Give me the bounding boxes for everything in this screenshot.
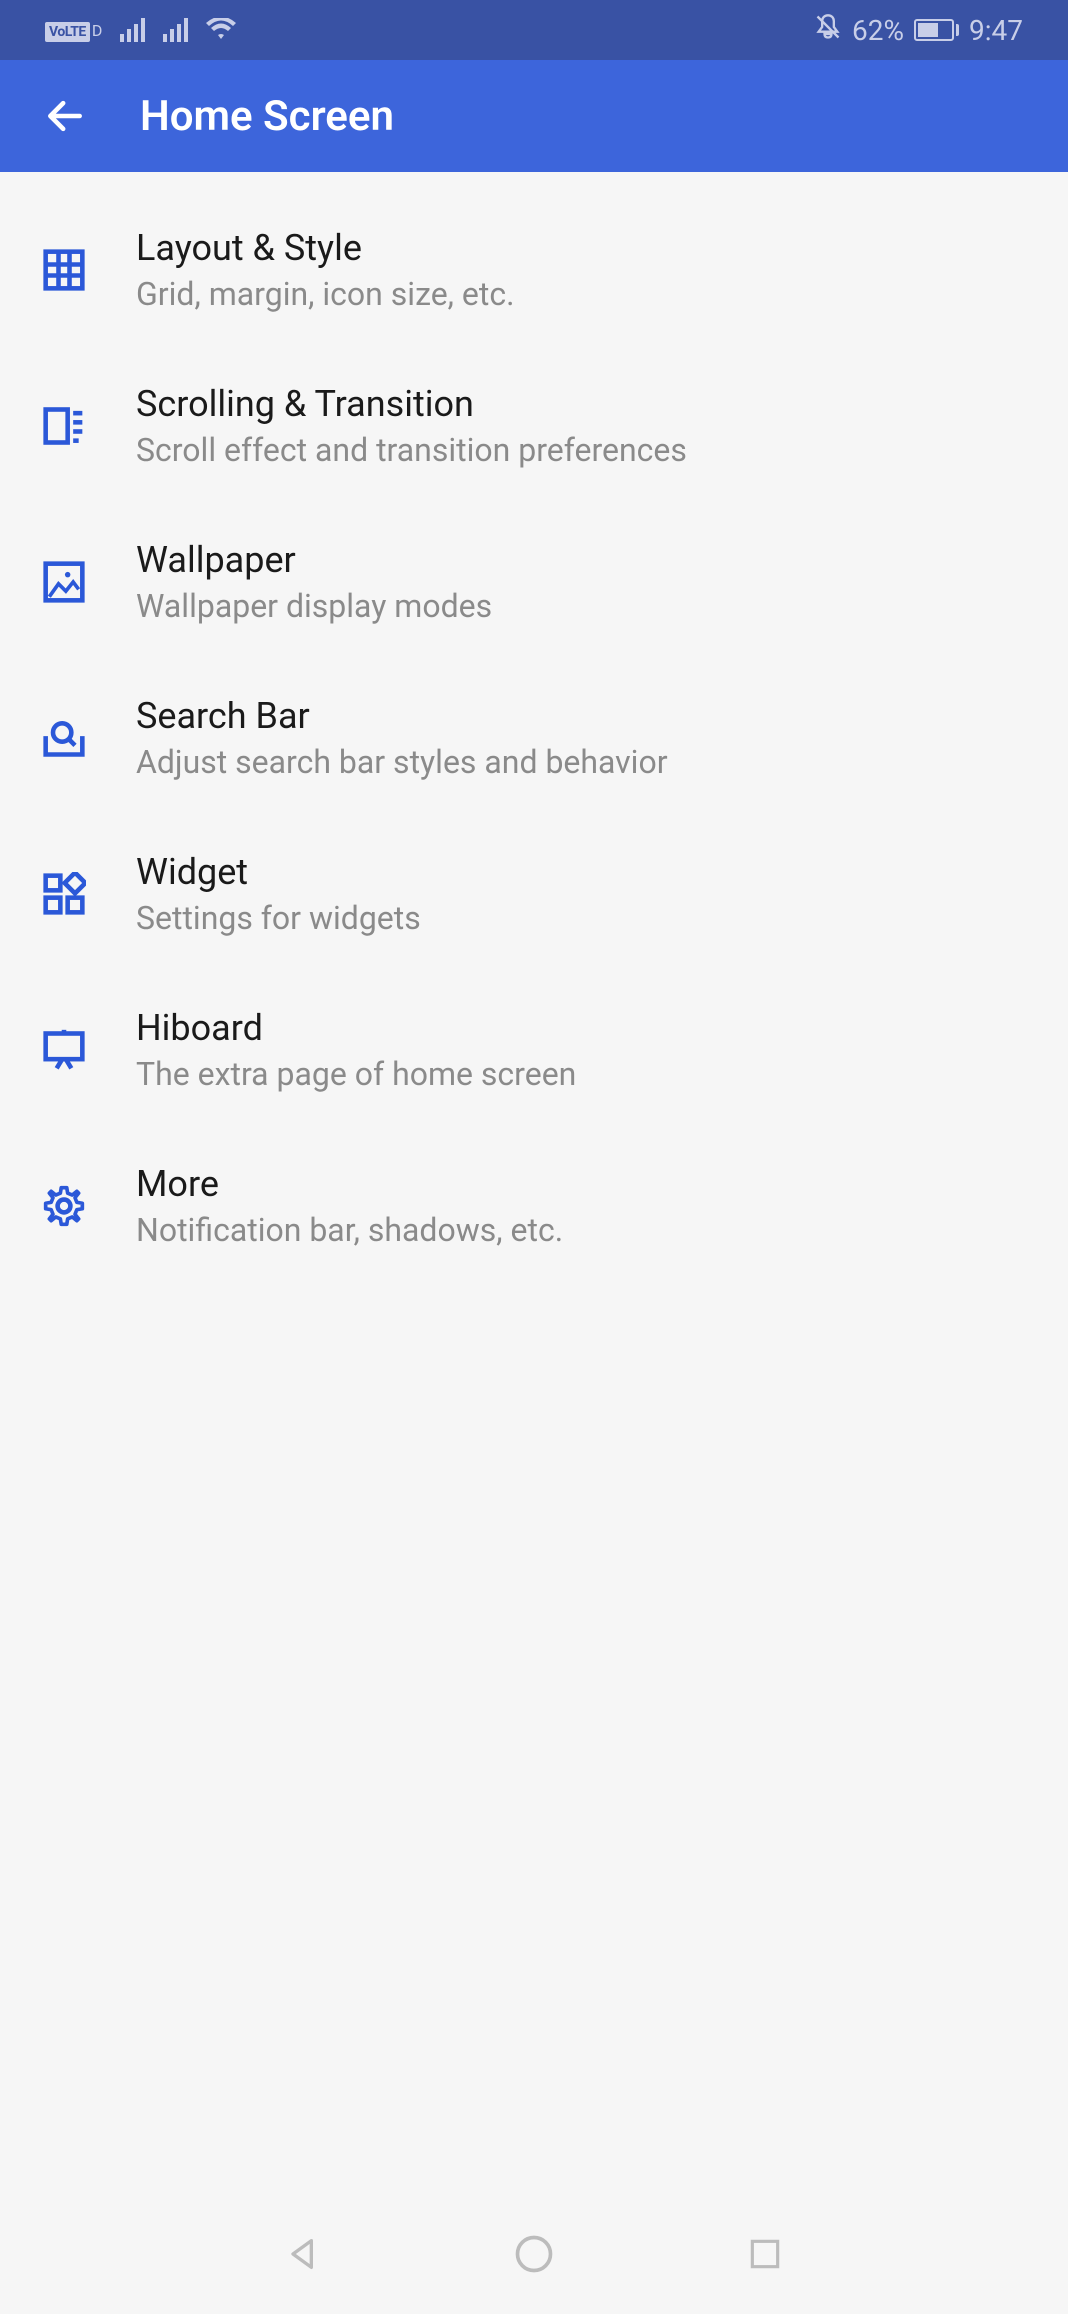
setting-subtitle: Wallpaper display modes — [136, 587, 1028, 625]
setting-title: Widget — [136, 851, 1028, 893]
nav-back-button[interactable] — [276, 2227, 331, 2282]
setting-subtitle: Adjust search bar styles and behavior — [136, 743, 1028, 781]
setting-item-hiboard[interactable]: Hiboard The extra page of home screen — [0, 972, 1068, 1128]
setting-subtitle: The extra page of home screen — [136, 1055, 1028, 1093]
setting-title: More — [136, 1163, 1028, 1205]
gear-icon — [40, 1182, 88, 1230]
status-right: 62% 9:47 — [814, 13, 1023, 48]
nav-recent-button[interactable] — [737, 2227, 792, 2282]
mute-icon — [814, 13, 842, 48]
setting-subtitle: Settings for widgets — [136, 899, 1028, 937]
wifi-icon — [206, 18, 236, 42]
signal-icon — [163, 18, 188, 42]
grid-icon — [40, 246, 88, 294]
hiboard-icon — [40, 1026, 88, 1074]
battery-icon — [914, 19, 959, 41]
widget-icon — [40, 870, 88, 918]
settings-list: Layout & Style Grid, margin, icon size, … — [0, 172, 1068, 1284]
volte-indicator: VoLTED — [45, 21, 102, 40]
triangle-left-icon — [283, 2234, 323, 2274]
navigation-bar — [0, 2194, 1068, 2314]
back-button[interactable] — [40, 91, 90, 141]
nav-home-button[interactable] — [507, 2227, 562, 2282]
setting-item-scrolling-transition[interactable]: Scrolling & Transition Scroll effect and… — [0, 348, 1068, 504]
setting-title: Wallpaper — [136, 539, 1028, 581]
arrow-left-icon — [43, 94, 87, 138]
app-bar: Home Screen — [0, 60, 1068, 172]
setting-item-widget[interactable]: Widget Settings for widgets — [0, 816, 1068, 972]
setting-title: Layout & Style — [136, 227, 1028, 269]
square-icon — [746, 2235, 784, 2273]
status-left: VoLTED — [45, 18, 236, 42]
setting-item-wallpaper[interactable]: Wallpaper Wallpaper display modes — [0, 504, 1068, 660]
battery-percent: 62% — [852, 14, 904, 47]
wallpaper-icon — [40, 558, 88, 606]
circle-icon — [512, 2232, 556, 2276]
status-bar: VoLTED 62% 9:47 — [0, 0, 1068, 60]
clock: 9:47 — [969, 14, 1023, 47]
setting-subtitle: Scroll effect and transition preferences — [136, 431, 1028, 469]
signal-icon — [120, 18, 145, 42]
setting-subtitle: Notification bar, shadows, etc. — [136, 1211, 1028, 1249]
setting-item-layout-style[interactable]: Layout & Style Grid, margin, icon size, … — [0, 192, 1068, 348]
setting-item-more[interactable]: More Notification bar, shadows, etc. — [0, 1128, 1068, 1284]
setting-title: Hiboard — [136, 1007, 1028, 1049]
search-icon — [40, 714, 88, 762]
setting-subtitle: Grid, margin, icon size, etc. — [136, 275, 1028, 313]
page-title: Home Screen — [140, 92, 394, 141]
setting-item-search-bar[interactable]: Search Bar Adjust search bar styles and … — [0, 660, 1068, 816]
scroll-icon — [40, 402, 88, 450]
setting-title: Search Bar — [136, 695, 1028, 737]
setting-title: Scrolling & Transition — [136, 383, 1028, 425]
